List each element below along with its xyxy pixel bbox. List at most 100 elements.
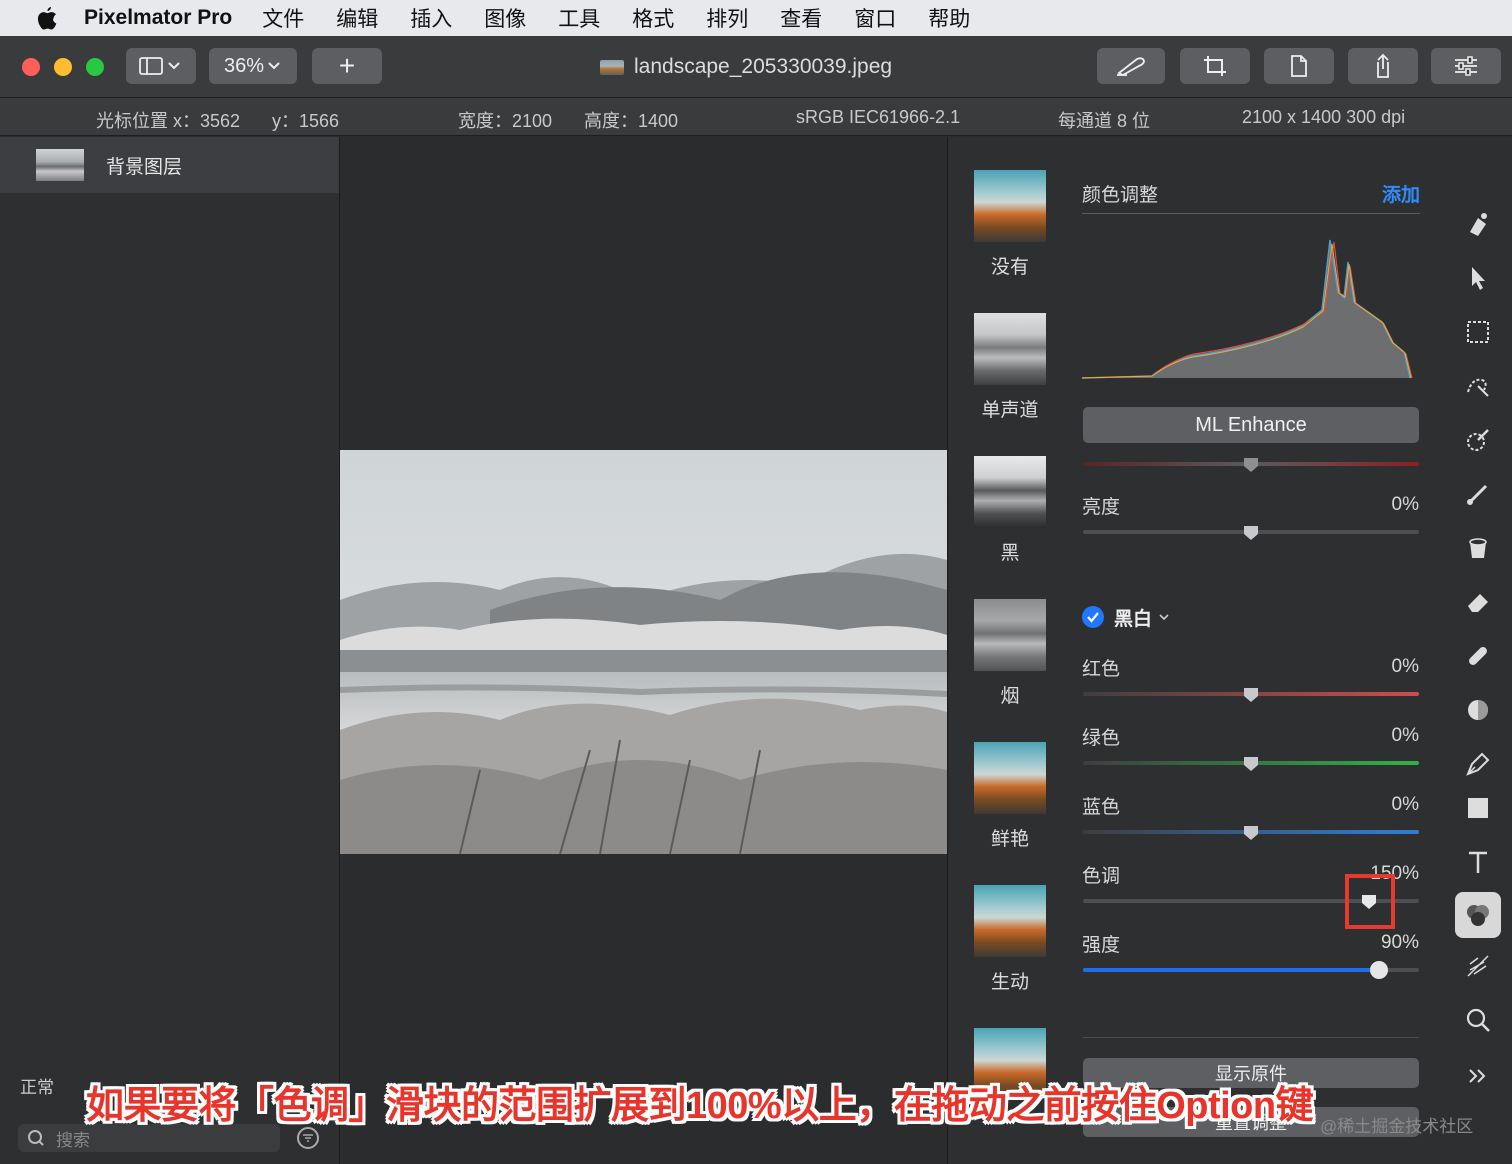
image-height: 高度：1400 <box>584 111 679 131</box>
preset-thumbnail <box>974 170 1046 242</box>
preset-label: 单声道 <box>981 400 1039 421</box>
info-bar: 光标位置 x：3562 y：1566 宽度：2100 高度：1400 sRGB … <box>0 98 1512 136</box>
type-tool-icon[interactable] <box>1461 845 1495 879</box>
selection-tool-icon[interactable] <box>1461 315 1495 349</box>
watermark: @稀土掘金技术社区 <box>1320 1117 1474 1136</box>
preset-item[interactable]: 黑 <box>974 456 1046 565</box>
checkmark-icon[interactable] <box>1082 606 1104 628</box>
paint-brush-tool-icon[interactable] <box>1461 477 1495 511</box>
black-white-header[interactable]: 黑白 <box>1082 604 1170 630</box>
preset-thumbnail <box>974 885 1046 957</box>
sidebar-icon <box>139 57 180 75</box>
cursor-x-readout: 光标位置 x：3562 <box>96 111 241 131</box>
document-thumbnail <box>600 59 624 75</box>
menu-view[interactable]: 查看 <box>780 3 822 33</box>
red-slider-thumb[interactable] <box>1243 687 1259 703</box>
menu-help[interactable]: 帮助 <box>928 3 970 33</box>
preset-thumbnail <box>974 313 1046 385</box>
plus-icon: + <box>338 50 356 81</box>
menu-bar: Pixelmator Pro 文件 编辑 插入 图像 工具 格式 排列 查看 窗… <box>0 0 1512 36</box>
share-button[interactable] <box>1348 48 1418 84</box>
preset-item[interactable]: 生动 <box>974 885 1046 994</box>
menu-insert[interactable]: 插入 <box>410 3 452 33</box>
section-header: 颜色调整 添加 <box>1082 180 1420 214</box>
zoom-tool-icon[interactable] <box>1461 1003 1495 1037</box>
chevron-down-icon <box>1159 614 1169 621</box>
strength-slider-thumb[interactable] <box>1369 961 1388 979</box>
menu-window[interactable]: 窗口 <box>854 3 896 33</box>
brush-icon <box>1117 57 1145 77</box>
color-adjust-tool-icon[interactable] <box>1455 892 1501 938</box>
adjustments-toggle-button[interactable] <box>1431 48 1501 84</box>
share-icon <box>1377 53 1389 78</box>
menu-file[interactable]: 文件 <box>262 3 304 33</box>
strength-label: 强度 <box>1082 935 1121 956</box>
layers-panel: 背景图层 正常 搜索 <box>0 137 340 1164</box>
close-window-button[interactable] <box>22 58 40 76</box>
strength-slider-fill <box>1083 968 1379 972</box>
magic-select-tool-icon[interactable] <box>1461 369 1495 403</box>
strength-value: 90% <box>1380 932 1419 953</box>
color-picker-tool-icon[interactable] <box>1461 423 1495 457</box>
document-filename: landscape_205330039.jpeg <box>634 55 893 78</box>
ml-enhance-button[interactable]: ML Enhance <box>1083 407 1419 443</box>
document-title: landscape_205330039.jpeg <box>600 53 892 81</box>
document-button[interactable] <box>1264 48 1334 84</box>
blend-mode-label[interactable]: 正常 <box>20 1073 54 1098</box>
zoom-dropdown[interactable]: 36% <box>209 48 297 84</box>
blue-slider-thumb[interactable] <box>1243 825 1259 841</box>
more-tools-icon[interactable] <box>1461 1059 1495 1093</box>
apple-icon[interactable] <box>32 3 62 33</box>
divider <box>1083 1037 1419 1038</box>
menu-edit[interactable]: 编辑 <box>336 3 378 33</box>
brush-button[interactable] <box>1097 48 1165 84</box>
preset-label: 没有 <box>990 257 1029 278</box>
effects-tool-icon[interactable] <box>1461 949 1495 983</box>
page-icon <box>1291 55 1307 77</box>
arrange-tool-icon[interactable] <box>1461 261 1495 295</box>
resolution: 2100 x 1400 300 dpi <box>1242 107 1406 127</box>
tone-label: 色调 <box>1082 866 1121 887</box>
add-adjustment-button[interactable]: 添加 <box>1382 180 1420 207</box>
crop-icon <box>1204 56 1226 76</box>
landscape-photo[interactable] <box>340 450 947 854</box>
eraser-tool-icon[interactable] <box>1461 585 1495 619</box>
sidebar-toggle-button[interactable] <box>126 48 196 84</box>
paint-bucket-tool-icon[interactable] <box>1461 531 1495 565</box>
zoom-window-button[interactable] <box>86 58 104 76</box>
tools-sidebar <box>1445 137 1512 1164</box>
distort-tool-icon[interactable] <box>1461 693 1495 727</box>
canvas-area[interactable] <box>340 137 948 1164</box>
search-placeholder: 搜索 <box>56 1130 90 1150</box>
style-tool-icon[interactable] <box>1461 207 1495 241</box>
brightness-label: 亮度 <box>1082 497 1121 518</box>
preset-thumbnail <box>974 742 1046 814</box>
add-button[interactable]: + <box>312 48 382 84</box>
minimize-window-button[interactable] <box>54 58 72 76</box>
menu-arrange[interactable]: 排列 <box>706 3 748 33</box>
app-name-menu[interactable]: Pixelmator Pro <box>84 6 232 30</box>
crop-button[interactable] <box>1180 48 1250 84</box>
preset-item[interactable]: 烟 <box>974 599 1046 708</box>
section-title: 颜色调整 <box>1082 185 1159 206</box>
shape-tool-icon[interactable] <box>1461 791 1495 825</box>
brightness-slider-thumb[interactable] <box>1243 525 1259 541</box>
menu-format[interactable]: 格式 <box>632 3 674 33</box>
preset-item[interactable]: 单声道 <box>974 313 1046 422</box>
search-icon <box>28 1130 44 1146</box>
enhance-slider-thumb[interactable] <box>1243 457 1259 473</box>
green-slider-thumb[interactable] <box>1243 756 1259 772</box>
window-toolbar: 36% + landscape_205330039.jpeg <box>0 36 1512 98</box>
preset-item[interactable]: 鲜艳 <box>974 742 1046 851</box>
menu-image[interactable]: 图像 <box>484 3 526 33</box>
color-adjustments-panel: 颜色调整 添加 ML Enhance 亮度 0% 黑白 红色 0% 绿色 0% … <box>1067 137 1445 1164</box>
tutorial-caption: 如果要将「色调」滑块的范围扩展到100%以上，在拖动之前按住Option键 <box>86 1085 1314 1127</box>
retouch-tool-icon[interactable] <box>1461 639 1495 673</box>
filter-icon[interactable] <box>297 1127 319 1149</box>
pen-tool-icon[interactable] <box>1461 747 1495 781</box>
preset-item[interactable]: 没有 <box>974 170 1046 279</box>
brightness-value: 0% <box>1391 494 1419 515</box>
layer-row[interactable]: 背景图层 <box>0 137 339 193</box>
preset-label: 烟 <box>1000 686 1020 707</box>
menu-tools[interactable]: 工具 <box>558 3 600 33</box>
